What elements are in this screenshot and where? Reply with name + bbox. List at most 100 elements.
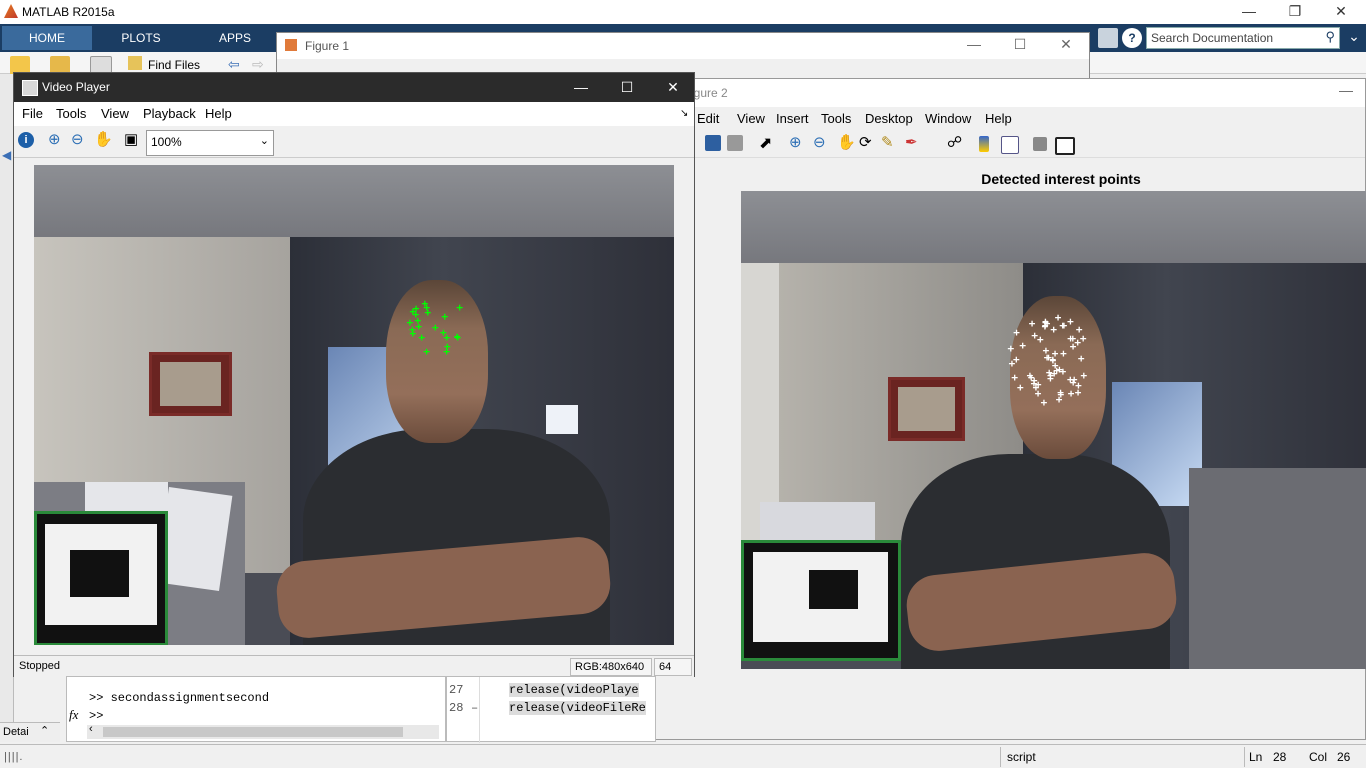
hide-tools-icon[interactable] [1033, 137, 1047, 151]
print-icon[interactable] [727, 135, 743, 151]
brush-icon[interactable]: ✒ [905, 133, 918, 151]
fx-icon[interactable]: fx [69, 707, 78, 723]
interest-point-marker: + [1080, 368, 1088, 382]
scroll-left-icon[interactable]: ‹ [89, 723, 93, 735]
interest-point-marker: + [1030, 374, 1038, 388]
figure2-window[interactable]: igure 2 — Edit View Insert Tools Desktop… [654, 78, 1366, 740]
figure2-minimize-icon[interactable]: — [1323, 79, 1366, 103]
details-label: Detai [3, 726, 29, 738]
vp-maximize-icon[interactable]: ☐ [604, 73, 650, 102]
vp-close-icon[interactable]: ✕ [650, 73, 696, 102]
vp-menu-view[interactable]: View [101, 106, 129, 121]
interest-point-marker: + [454, 330, 461, 344]
vp-menu-playback[interactable]: Playback [143, 106, 196, 121]
figure1-close-icon[interactable]: ✕ [1043, 33, 1089, 57]
layout-icon[interactable] [1098, 28, 1118, 48]
video-player-title: Video Player [42, 80, 110, 94]
vp-menu-tools[interactable]: Tools [56, 106, 86, 121]
code-line-27[interactable]: release(videoPlaye [509, 683, 639, 697]
file-type: script [1007, 750, 1036, 764]
interest-point-marker: + [1040, 395, 1048, 409]
command-line-1: >> secondassignmentsecond [89, 691, 270, 705]
frame-indicator: 64 [654, 658, 692, 676]
collapse-ribbon-icon[interactable]: ⌄ [1344, 28, 1364, 48]
rotate-icon[interactable]: ⟳ [859, 133, 872, 151]
pan-icon[interactable]: ✋ [837, 133, 856, 151]
zoom-in-icon[interactable]: ⊕ [789, 133, 802, 151]
interest-point-marker: + [1074, 336, 1081, 350]
details-panel-header[interactable]: Detai ⌃ [0, 722, 60, 742]
figure1-maximize-icon[interactable]: ☐ [997, 33, 1043, 57]
command-prompt[interactable]: >> [89, 709, 103, 723]
video-player-window[interactable]: Video Player — ☐ ✕ File Tools View Playb… [13, 72, 696, 678]
figure2-toolbar: ⬈ ⊕ ⊖ ✋ ⟳ ✎ ✒ ☍ [655, 131, 1365, 158]
cubicle-wall [1189, 468, 1366, 669]
zoom-in-icon[interactable]: ⊕ [48, 130, 61, 148]
chevron-down-icon[interactable]: ⌄ [260, 134, 269, 147]
menu-help[interactable]: Help [985, 111, 1012, 126]
close-icon[interactable]: ✕ [1318, 0, 1364, 24]
horizontal-scrollbar[interactable]: ‹ [87, 723, 439, 739]
line-number-27: 27 [449, 683, 464, 697]
vp-menu-help[interactable]: Help [205, 106, 232, 121]
menu-insert[interactable]: Insert [776, 111, 809, 126]
col-label: Col [1309, 750, 1328, 764]
menu-desktop[interactable]: Desktop [865, 111, 913, 126]
interest-point-marker: + [418, 331, 426, 345]
show-tools-icon[interactable] [1055, 137, 1075, 155]
ceiling-light [546, 405, 578, 434]
help-icon[interactable]: ? [1122, 28, 1142, 48]
figure1-minimize-icon[interactable]: — [951, 33, 997, 57]
menu-tools[interactable]: Tools [821, 111, 851, 126]
zoom-select[interactable]: 100% ⌄ [146, 130, 274, 156]
fit-to-window-icon[interactable]: ▣ [124, 130, 138, 148]
busy-indicator-icon: ||||. [4, 751, 24, 763]
link-icon[interactable]: ☍ [947, 133, 962, 151]
figure2-menubar: Edit View Insert Tools Desktop Window He… [655, 107, 1365, 129]
current-folder-strip[interactable]: ◀ [0, 74, 14, 724]
interest-point-marker: + [1050, 366, 1058, 380]
interest-point-marker: + [421, 297, 429, 311]
data-cursor-icon[interactable]: ✎ [881, 133, 894, 151]
col-value: 26 [1337, 750, 1351, 764]
vp-menu-file[interactable]: File [22, 106, 43, 121]
code-line-28[interactable]: release(videoFileRe [509, 701, 646, 715]
legend-icon[interactable] [1001, 136, 1019, 154]
person-head [386, 280, 489, 444]
tab-plots[interactable]: PLOTS [96, 26, 186, 50]
forward-icon[interactable]: ⇨ [252, 56, 264, 73]
menu-window[interactable]: Window [925, 111, 971, 126]
zoom-out-icon[interactable]: ⊖ [71, 130, 84, 148]
tab-home[interactable]: HOME [2, 26, 92, 50]
interest-point-marker: + [1067, 386, 1075, 400]
interest-point-marker: + [1016, 381, 1024, 395]
info-icon[interactable]: i [18, 132, 34, 148]
figure2-title: igure 2 [691, 86, 728, 100]
interest-point-marker: + [1042, 314, 1049, 328]
save-icon[interactable] [705, 135, 721, 151]
pan-icon[interactable]: ✋ [94, 130, 113, 148]
search-documentation-input[interactable]: Search Documentation ⚲ [1146, 27, 1340, 49]
back-arrow-icon[interactable]: ◀ [2, 148, 11, 162]
chevron-up-icon[interactable]: ⌃ [40, 724, 49, 737]
back-icon[interactable]: ⇦ [228, 56, 240, 73]
zoom-value: 100% [151, 135, 182, 149]
menu-edit[interactable]: Edit [697, 111, 719, 126]
breakpoint-dash[interactable]: – [471, 701, 478, 715]
tab-apps[interactable]: APPS [190, 26, 280, 50]
vp-minimize-icon[interactable]: — [558, 73, 604, 102]
app-title: MATLAB R2015a [22, 5, 115, 19]
editor-pane[interactable]: 27 28 – release(videoPlaye release(video… [446, 676, 656, 743]
search-icon[interactable]: ⚲ [1325, 29, 1335, 45]
pointer-icon[interactable]: ⬈ [759, 133, 772, 153]
menu-view[interactable]: View [737, 111, 765, 126]
colorbar-icon[interactable] [979, 136, 989, 152]
dock-icon[interactable]: ↘ [680, 108, 688, 119]
picture-frame [888, 377, 965, 441]
command-window[interactable]: >> secondassignmentsecond fx >> ‹ [66, 676, 446, 742]
minimize-icon[interactable]: — [1226, 0, 1272, 24]
zoom-out-icon[interactable]: ⊖ [813, 133, 826, 151]
restore-icon[interactable]: ❐ [1272, 0, 1318, 24]
find-files-button[interactable]: Find Files [148, 58, 200, 72]
interest-point-marker: + [456, 300, 464, 314]
